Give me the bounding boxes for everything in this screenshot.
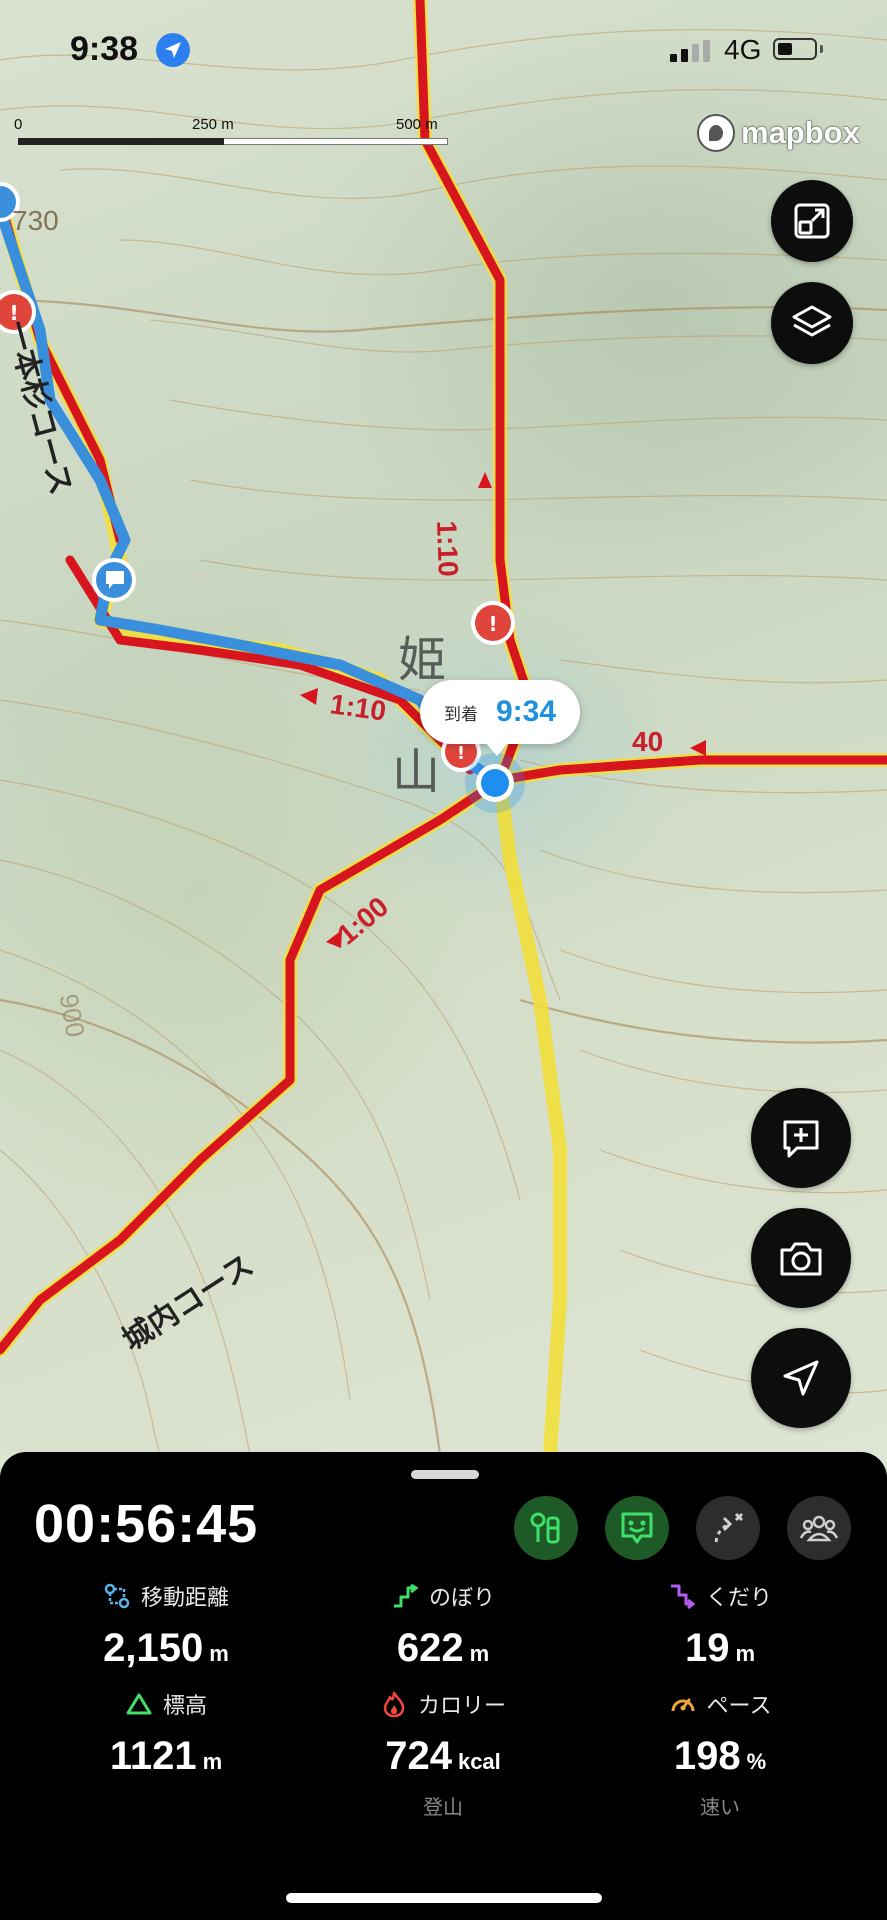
stat-descent-unit: m [735, 1641, 756, 1666]
navigate-button[interactable] [751, 1328, 851, 1428]
mapbox-mark-icon [697, 114, 735, 152]
add-memo-button[interactable] [751, 1088, 851, 1188]
group-icon [799, 1515, 839, 1542]
scale-label-250: 250 m [192, 116, 234, 133]
trail-time-east: 40 [632, 726, 664, 757]
stat-pace-sub: 速い [700, 1797, 740, 1819]
stat-pace-label: ペース [706, 1693, 772, 1718]
stat-elevation-label: 標高 [162, 1693, 207, 1718]
home-indicator[interactable] [286, 1893, 602, 1903]
scale-label-500: 500 m [396, 116, 438, 133]
stat-calorie-unit: kcal [457, 1749, 501, 1774]
stat-pace-unit: % [746, 1749, 767, 1774]
mapbox-wordmark: mapbox [741, 115, 860, 150]
panel-grabber[interactable] [411, 1470, 479, 1479]
peak-name-label-2: 山 [392, 746, 441, 799]
expand-icon [794, 203, 830, 239]
camera-icon [780, 1242, 822, 1276]
add-note-icon [783, 1120, 819, 1158]
face-notify-icon [621, 1512, 653, 1544]
trail-mode-button[interactable] [514, 1496, 578, 1560]
battery-icon [773, 38, 817, 60]
arrival-label: 到着 [443, 704, 478, 724]
stat-descent: くだり 19 m [580, 1580, 860, 1671]
stat-elevation: 標高 1121 m [26, 1688, 306, 1779]
layers-button[interactable] [771, 282, 853, 364]
stat-descent-value: 19 [684, 1626, 730, 1670]
stat-elevation-unit: m [202, 1749, 223, 1774]
mapbox-logo[interactable]: mapbox [697, 114, 860, 152]
stat-ascent-value: 622 [396, 1626, 464, 1670]
stat-ascent: のぼり 622 m [303, 1580, 583, 1671]
stat-calorie-value: 724 [385, 1734, 452, 1778]
pace-icon [671, 1698, 695, 1712]
stat-calorie-label: カロリー [417, 1693, 506, 1718]
route-off-icon [714, 1512, 744, 1543]
location-arrow-icon [156, 33, 190, 67]
notify-face-button[interactable] [605, 1496, 669, 1560]
arrival-time-bubble[interactable]: 到着 9:34 [420, 680, 580, 756]
scale-bar-segment [18, 138, 224, 145]
stat-ascent-label: のぼり [428, 1585, 495, 1610]
trail-time-north: 1:10 [431, 520, 464, 578]
route-off-button[interactable] [696, 1496, 760, 1560]
battery-tip [820, 45, 823, 53]
descent-icon [670, 1584, 696, 1610]
stat-distance-value: 2,150 [103, 1626, 204, 1670]
stat-pace-value: 198 [673, 1734, 741, 1778]
layers-icon [792, 305, 832, 337]
contour-label-730: 730 [12, 205, 59, 236]
stat-ascent-unit: m [469, 1641, 490, 1666]
stat-distance-unit: m [209, 1641, 229, 1666]
peak-name-label: 姫 [398, 634, 447, 687]
network-type: 4G [724, 34, 762, 65]
trail-mode-icon [530, 1512, 560, 1544]
stat-calorie-sub: 登山 [423, 1797, 463, 1819]
distance-icon [104, 1583, 130, 1609]
camera-button[interactable] [751, 1208, 851, 1308]
scale-label-0: 0 [14, 116, 23, 133]
svg-text:!: ! [457, 743, 465, 764]
navigation-arrow-icon [783, 1360, 819, 1396]
stat-descent-label: くだり [705, 1585, 772, 1610]
elevation-icon [126, 1693, 152, 1715]
stat-distance-label: 移動距離 [140, 1585, 229, 1610]
calorie-icon [383, 1691, 405, 1718]
stat-elevation-value: 1121 [109, 1734, 197, 1778]
status-bar: 9:38 4G [0, 0, 887, 100]
ascent-icon [393, 1583, 419, 1608]
arrival-time: 9:34 [495, 695, 557, 728]
stat-pace: ペース 198% 速い [580, 1688, 860, 1820]
map-scale-bar: 0 250 m 500 m [14, 116, 454, 146]
fullscreen-button[interactable] [771, 180, 853, 262]
status-time: 9:38 [70, 30, 139, 68]
group-button[interactable] [787, 1496, 851, 1560]
stat-calorie: カロリー 724 kcal 登山 [303, 1688, 583, 1820]
svg-text:!: ! [488, 612, 497, 636]
stat-distance: 移動距離 2,150 m [26, 1580, 306, 1671]
elapsed-time: 00:56:45 [34, 1494, 259, 1554]
map-view[interactable]: ! ! ! 姫 山 一本杉コース 城内コース 730 900 1:10 1:10… [0, 0, 887, 1455]
cellular-signal-icon [670, 40, 710, 62]
